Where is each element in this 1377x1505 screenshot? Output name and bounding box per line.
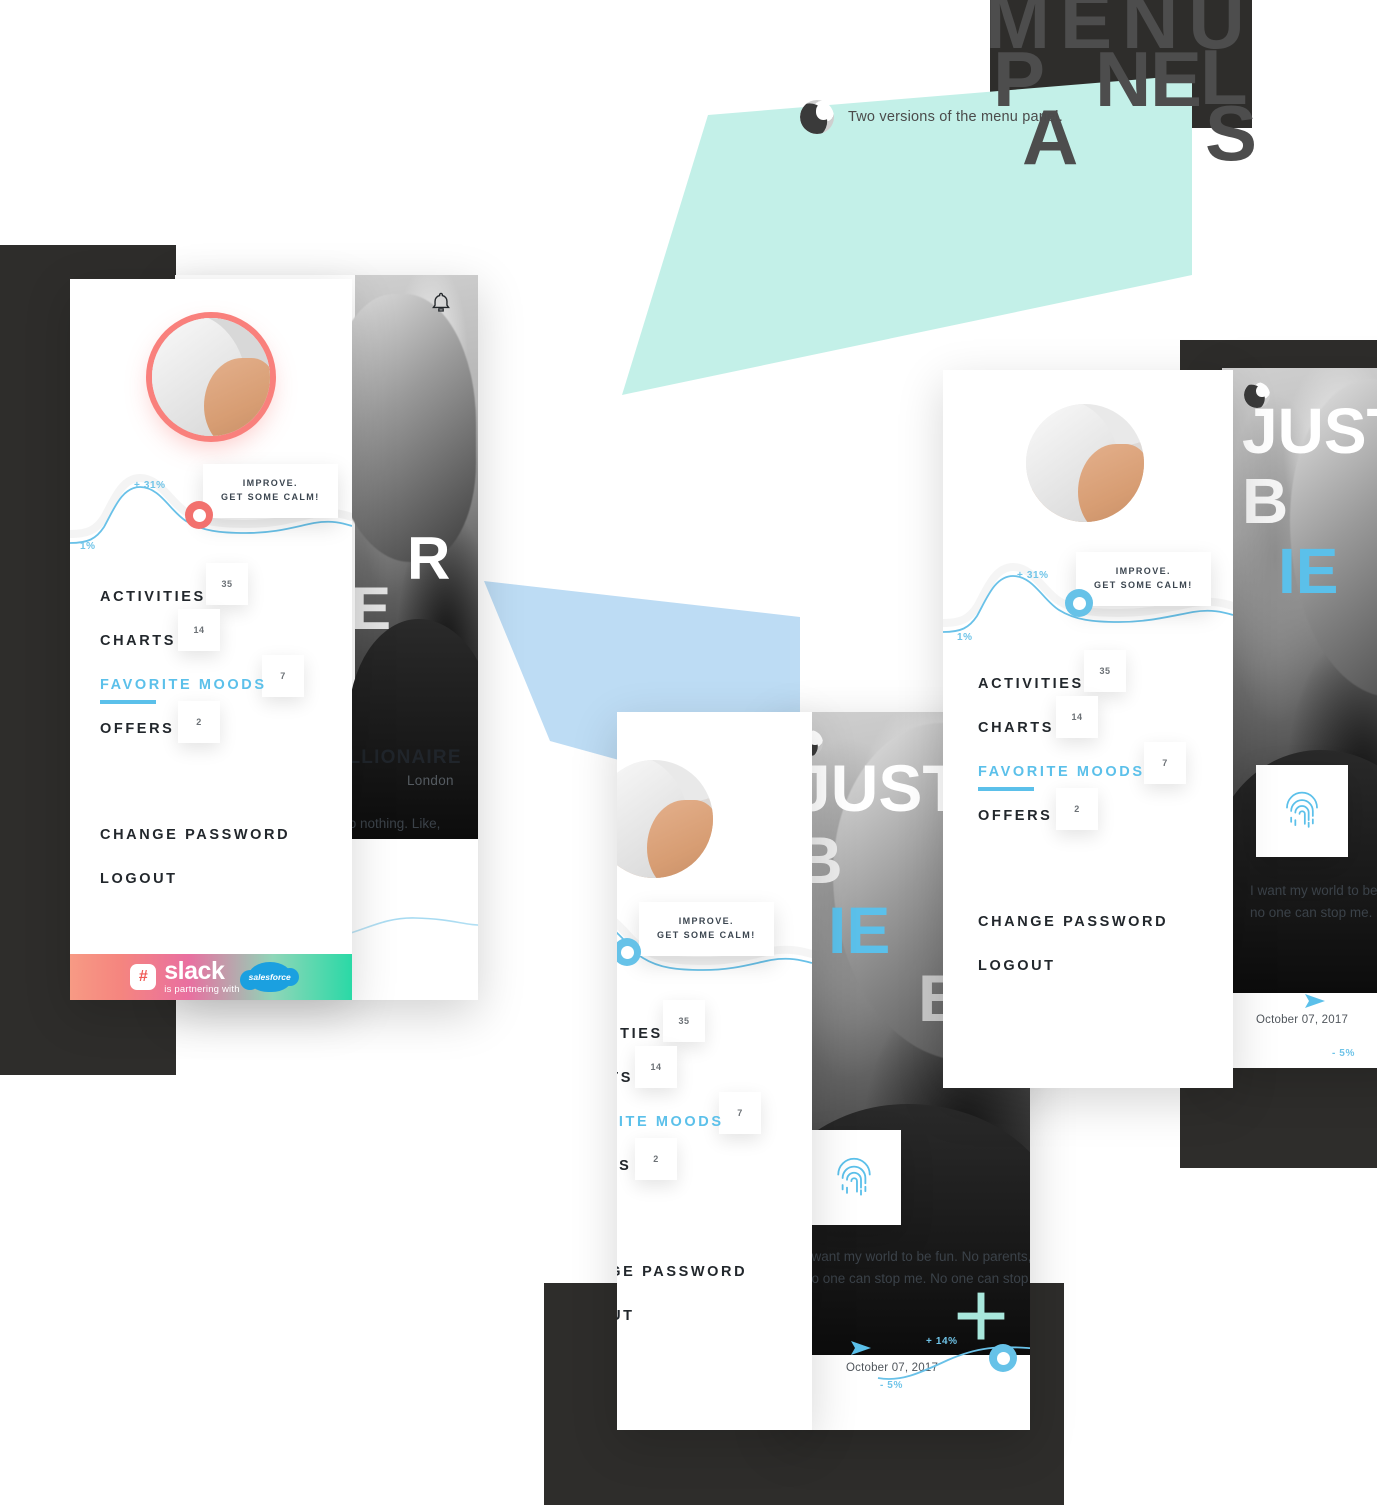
menu-item-offers-c[interactable]: OFFERS: [617, 1158, 812, 1174]
menu-spacer-a: [100, 765, 352, 827]
active-underline-a: [100, 700, 156, 704]
profile-chart-up-label-c: + 14%: [926, 1336, 958, 1347]
overlay-letter-just-c: JUST: [794, 751, 963, 825]
headline-letter-n: N: [1095, 35, 1152, 123]
menu-item-favorite-moods-label-b: FAVORITE MOODS: [978, 764, 1145, 780]
overlay-letter-just-b: JUST: [1242, 395, 1377, 467]
menu-spacer-c: [617, 1202, 812, 1264]
caption: Two versions of the menu panel.: [800, 100, 1063, 134]
menu-panel-b: + 31% 1% IMPROVE. GET SOME CALM! 35 ACTI…: [943, 370, 1233, 1088]
chart-bottom-label-a: 1%: [80, 541, 96, 552]
chart-tooltip-b: IMPROVE. GET SOME CALM!: [1076, 552, 1211, 606]
headline-letter-s: S: [1205, 89, 1258, 177]
headline-letter-e: E: [1150, 35, 1203, 123]
slack-icon: #: [130, 964, 157, 990]
tooltip-line-1-b: IMPROVE.: [1115, 566, 1171, 576]
menu-item-offers-a[interactable]: OFFERS: [100, 721, 352, 737]
menu-item-charts-c[interactable]: CHARTS: [617, 1070, 812, 1086]
chart-bottom-label-b: 1%: [957, 632, 973, 643]
profile-chart-down-label-c: - 5%: [880, 1380, 903, 1391]
tooltip-line-2-b: GET SOME CALM!: [1094, 579, 1193, 590]
menu-item-logout-c[interactable]: LOGOUT: [617, 1308, 812, 1324]
menu-item-activities-b[interactable]: ACTIVITIES: [978, 676, 1233, 692]
moon-logo-icon: [800, 100, 834, 134]
profile-quote-b: I want my world to be fun. No parents, n…: [1250, 880, 1377, 923]
send-icon-c[interactable]: [850, 1340, 872, 1361]
showcase-canvas: MENU P N E L A S Two versions of the men…: [0, 0, 1377, 1505]
quote-line-2-b: no one can stop me. No one can stop m: [1250, 904, 1377, 920]
overlay-letter-r: R: [407, 525, 451, 592]
bell-icon[interactable]: [430, 291, 452, 315]
profile-date-b: October 07, 2017: [1256, 1014, 1349, 1026]
tooltip-line-1-c: IMPROVE.: [678, 916, 734, 926]
menu-item-favorite-moods-c[interactable]: FAVORITE MOODS: [617, 1114, 812, 1130]
avatar-a[interactable]: [152, 318, 270, 436]
overlay-letter-ie-b: IE: [1278, 535, 1339, 607]
fingerprint-card-b[interactable]: [1256, 765, 1348, 857]
chart-top-label-b: + 31%: [1017, 570, 1049, 581]
menu-item-offers-b[interactable]: OFFERS: [978, 808, 1233, 824]
tooltip-line-2: GET SOME CALM!: [221, 491, 320, 502]
fingerprint-icon-b: [1286, 791, 1318, 828]
chart-marker-a[interactable]: [185, 501, 213, 529]
overlay-letter-ie-c: IE: [828, 893, 891, 967]
menu-item-favorite-moods-a[interactable]: FAVORITE MOODS: [100, 677, 352, 704]
menu-list-b: 35 ACTIVITIES 14 CHARTS 7 FAVORITE MOODS…: [978, 650, 1233, 1002]
ad-banner-slack[interactable]: # slack is partnering with salesforce: [70, 954, 352, 1000]
profile-chart-marker-c[interactable]: [989, 1344, 1017, 1372]
menu-item-charts-b[interactable]: CHARTS: [978, 720, 1233, 736]
menu-item-favorite-moods-label-a: FAVORITE MOODS: [100, 677, 267, 693]
menu-item-activities-a[interactable]: ACTIVITIES: [100, 589, 352, 605]
chart-marker-b[interactable]: [1065, 589, 1093, 617]
avatar-c[interactable]: [617, 760, 713, 878]
profile-chart-down-label-b: - 5%: [1332, 1048, 1355, 1059]
tooltip-line-1: IMPROVE.: [242, 478, 298, 488]
profile-card-b: JUST B IE I want my world to be fun. No …: [1222, 368, 1377, 1068]
send-icon-b[interactable]: [1304, 993, 1326, 1014]
menu-list-c: 35 ACTIVITIES 14 CHARTS 7 FAVORITE MOODS…: [617, 1000, 812, 1352]
profile-photo-a: [327, 275, 478, 840]
menu-item-favorite-moods-b[interactable]: FAVORITE MOODS: [978, 764, 1233, 791]
menu-spacer-b: [978, 852, 1233, 914]
menu-item-change-password-a[interactable]: CHANGE PASSWORD: [100, 827, 352, 843]
tooltip-line-2-c: GET SOME CALM!: [657, 929, 756, 940]
menu-panel-a: + 31% 1% IMPROVE. GET SOME CALM! 35 ACTI…: [70, 279, 352, 1000]
active-underline-b: [978, 787, 1034, 791]
chart-tooltip-c: IMPROVE. GET SOME CALM!: [639, 902, 774, 956]
overlay-letter-b1-b: B: [1242, 465, 1289, 537]
fingerprint-icon: [836, 1157, 871, 1196]
quote-line-1-b: I want my world to be fun. No parents,: [1250, 883, 1377, 898]
menu-item-favorite-moods-label-c: FAVORITE MOODS: [617, 1114, 724, 1130]
menu-item-charts-a[interactable]: CHARTS: [100, 633, 352, 649]
menu-item-change-password-c[interactable]: CHANGE PASSWORD: [617, 1264, 812, 1280]
menu-item-activities-c[interactable]: ACTIVITIES: [617, 1026, 812, 1042]
menu-panel-c: IMPROVE. GET SOME CALM! 35 ACTIVITIES 14…: [617, 712, 812, 1430]
menu-item-change-password-b[interactable]: CHANGE PASSWORD: [978, 914, 1233, 930]
chart-tooltip-a: IMPROVE. GET SOME CALM!: [203, 464, 338, 518]
salesforce-cloud-icon: salesforce: [239, 962, 299, 992]
menu-list-a: 35 ACTIVITIES 14 CHARTS 7 FAVORITE MOODS…: [100, 563, 352, 915]
ad-partner: salesforce: [248, 972, 291, 982]
menu-item-logout-a[interactable]: LOGOUT: [100, 871, 352, 887]
avatar-b[interactable]: [1026, 404, 1144, 522]
overlay-letter-e: E: [351, 575, 392, 642]
fingerprint-card-c[interactable]: [806, 1130, 901, 1225]
menu-item-logout-b[interactable]: LOGOUT: [978, 958, 1233, 974]
chart-top-label-a: + 31%: [134, 480, 166, 491]
ad-tagline: is partnering with: [164, 983, 240, 995]
profile-city-a: London: [407, 773, 454, 788]
ad-brand: slack: [164, 956, 225, 985]
caption-text: Two versions of the menu panel.: [848, 109, 1063, 125]
